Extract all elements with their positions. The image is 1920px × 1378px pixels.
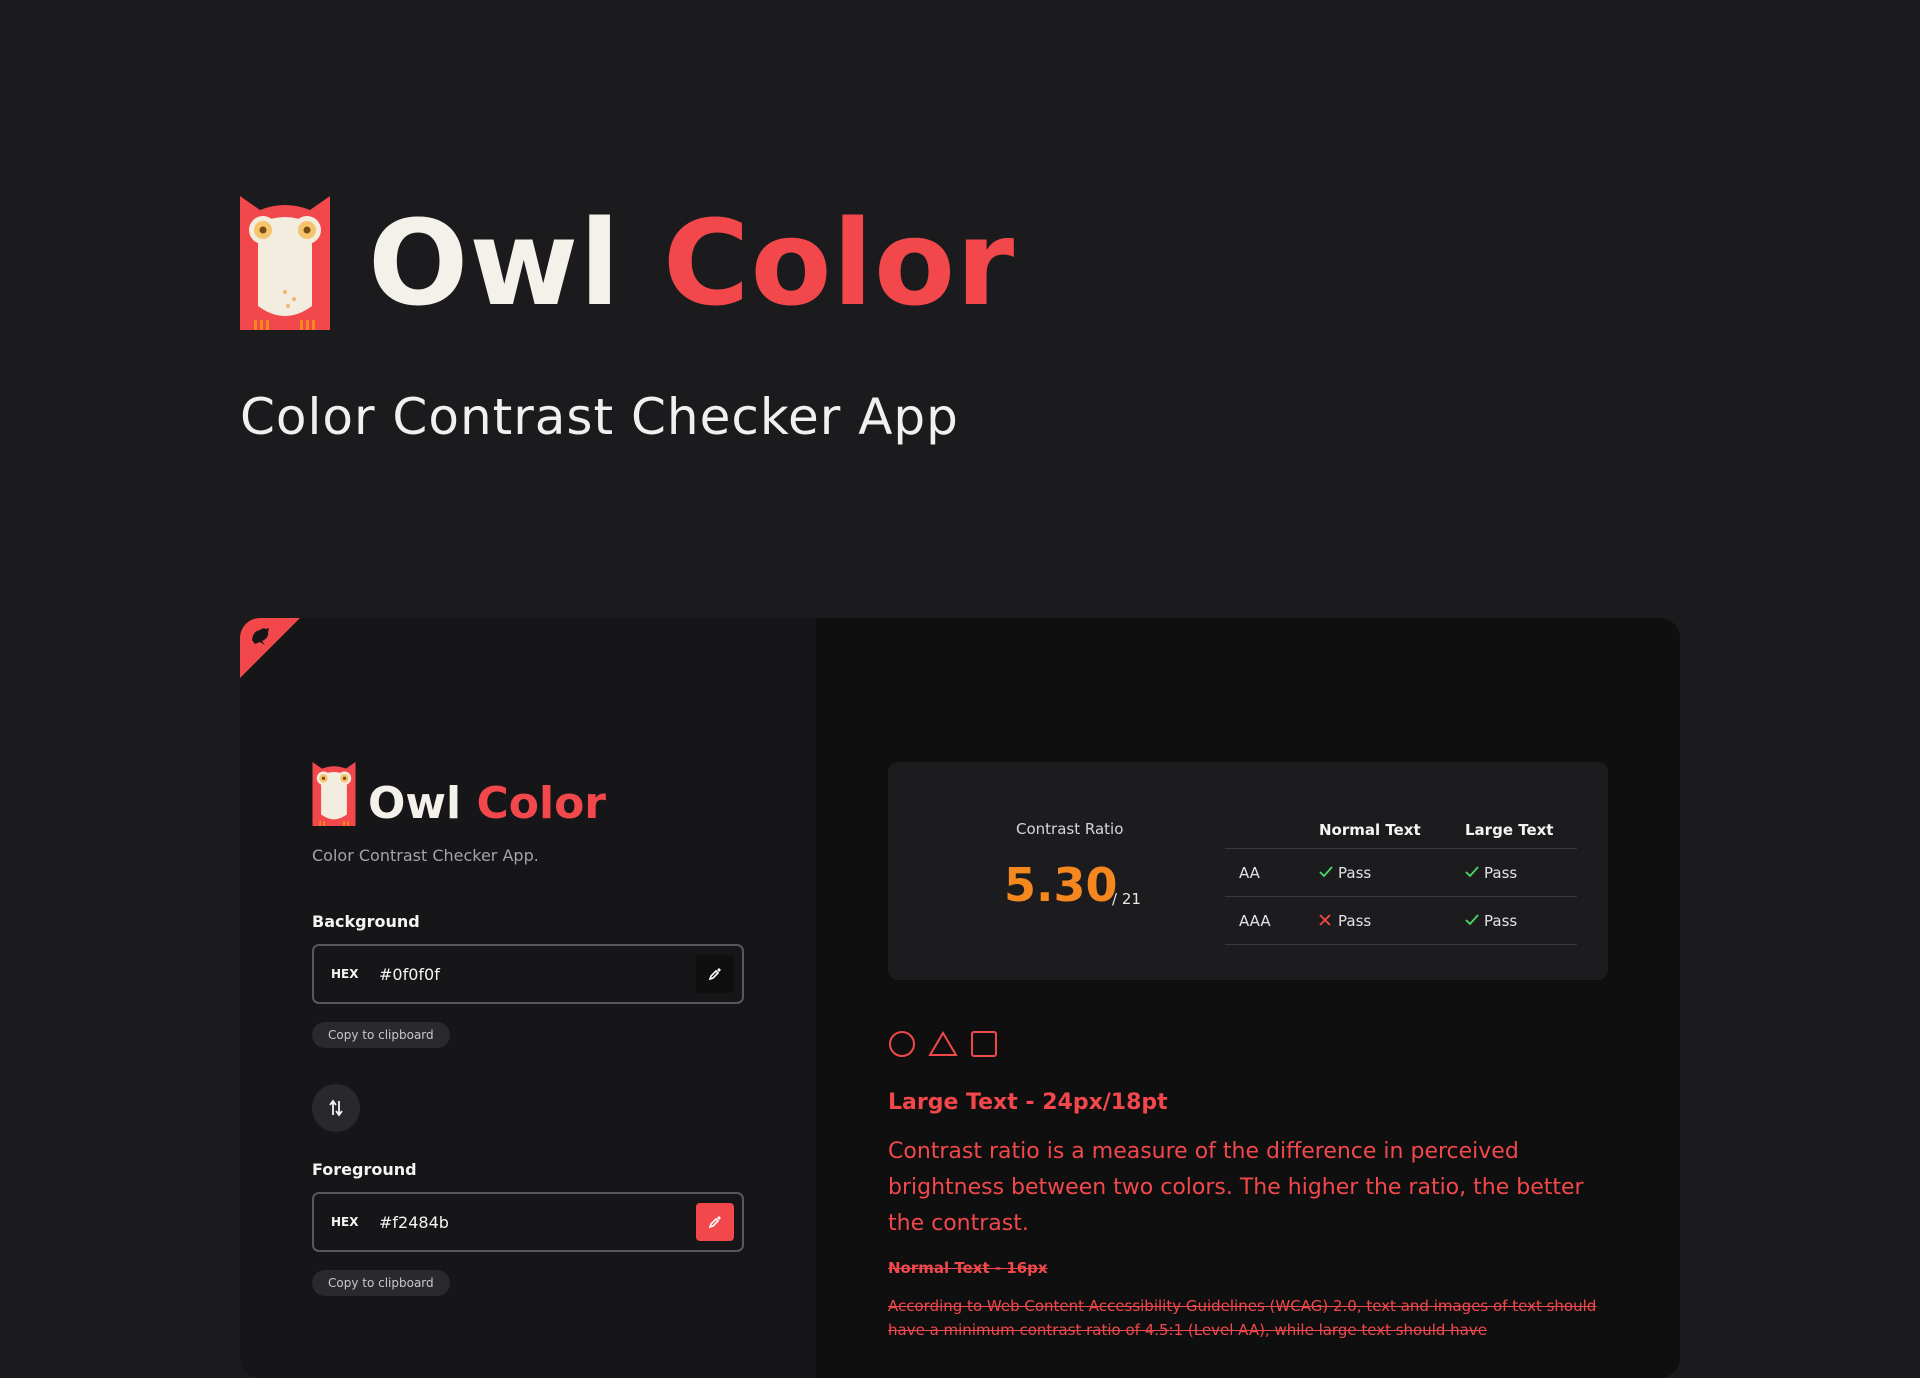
foreground-format-tag: HEX xyxy=(331,1215,359,1229)
triangle-icon xyxy=(928,1031,958,1056)
input-panel: Owl Color Color Contrast Checker App. Ba… xyxy=(240,618,816,1378)
result-label: Pass xyxy=(1484,863,1518,882)
hero-logo: Owl Color xyxy=(240,196,1015,330)
hero-logo-row: Owl Color xyxy=(240,196,1015,330)
large-text-heading: Large Text - 24px/18pt xyxy=(888,1090,1168,1115)
hero-title-color: Color xyxy=(662,194,1016,332)
circle-icon xyxy=(889,1031,915,1057)
foreground-copy-button[interactable]: Copy to clipboard xyxy=(312,1270,450,1296)
contrast-summary-card: Contrast Ratio 5.30 / 21 Normal Text Lar… xyxy=(888,762,1608,980)
contrast-ratio-max: / 21 xyxy=(1112,890,1141,908)
app-card: Owl Color Color Contrast Checker App. Ba… xyxy=(240,618,1680,1378)
foreground-color-picker[interactable] xyxy=(696,1203,734,1241)
results-panel: Contrast Ratio 5.30 / 21 Normal Text Lar… xyxy=(816,618,1680,1378)
app-brand-color: Color xyxy=(476,778,606,829)
check-icon xyxy=(1319,864,1335,882)
hero-subtitle: Color Contrast Checker App xyxy=(240,388,959,446)
contrast-ratio-value: 5.30 xyxy=(1004,858,1118,912)
table-row: AA Pass Pass xyxy=(1225,848,1577,897)
hero-title-owl: Owl xyxy=(368,194,621,332)
bird-icon xyxy=(252,628,269,645)
table-header-large: Large Text xyxy=(1464,812,1577,849)
hero-title: Owl Color xyxy=(368,204,1015,322)
swap-arrows-icon xyxy=(329,1099,343,1117)
eyedropper-icon xyxy=(708,1216,721,1229)
background-field[interactable]: HEX #0f0f0f xyxy=(312,944,744,1004)
aa-normal-result: Pass xyxy=(1318,848,1464,897)
background-hex-input[interactable]: #0f0f0f xyxy=(379,965,696,984)
check-icon xyxy=(1465,864,1481,882)
wcag-results-table: Normal Text Large Text AA Pass Pass AAA … xyxy=(1225,812,1577,945)
swap-colors-button[interactable] xyxy=(312,1084,360,1132)
owl-logo-icon xyxy=(240,196,330,330)
normal-text-sample: According to Web Content Accessibility G… xyxy=(888,1297,1597,1339)
contrast-ratio-label: Contrast Ratio xyxy=(1016,820,1124,838)
large-text-sample: Contrast ratio is a measure of the diffe… xyxy=(888,1139,1584,1236)
square-icon xyxy=(971,1031,997,1057)
background-label: Background xyxy=(312,912,420,931)
owl-logo-icon xyxy=(312,762,356,826)
preview-shapes xyxy=(888,1030,998,1058)
app-brand: Owl Color xyxy=(312,762,606,826)
app-brand-title: Owl Color xyxy=(368,782,606,826)
eyedropper-icon xyxy=(708,968,721,981)
app-tagline: Color Contrast Checker App. xyxy=(312,846,539,865)
foreground-hex-input[interactable]: #f2484b xyxy=(379,1213,696,1232)
level-cell: AAA xyxy=(1225,896,1318,945)
check-icon xyxy=(1465,912,1481,930)
level-cell: AA xyxy=(1225,848,1318,897)
background-color-picker[interactable] xyxy=(696,955,734,993)
table-header-normal: Normal Text xyxy=(1318,812,1464,849)
normal-text-heading: Normal Text - 16px xyxy=(888,1259,1048,1277)
aaa-normal-result: Pass xyxy=(1318,896,1464,945)
table-header-level xyxy=(1225,812,1318,849)
cross-icon xyxy=(1319,912,1335,930)
table-row: AAA Pass Pass xyxy=(1225,896,1577,945)
aaa-large-result: Pass xyxy=(1464,896,1577,945)
background-copy-button[interactable]: Copy to clipboard xyxy=(312,1022,450,1048)
result-label: Pass xyxy=(1338,911,1372,930)
result-label: Pass xyxy=(1484,911,1518,930)
result-label: Pass xyxy=(1338,863,1372,882)
foreground-label: Foreground xyxy=(312,1160,417,1179)
background-format-tag: HEX xyxy=(331,967,359,981)
table-header-row: Normal Text Large Text xyxy=(1225,812,1577,849)
foreground-field[interactable]: HEX #f2484b xyxy=(312,1192,744,1252)
app-brand-owl: Owl xyxy=(368,778,462,829)
aa-large-result: Pass xyxy=(1464,848,1577,897)
